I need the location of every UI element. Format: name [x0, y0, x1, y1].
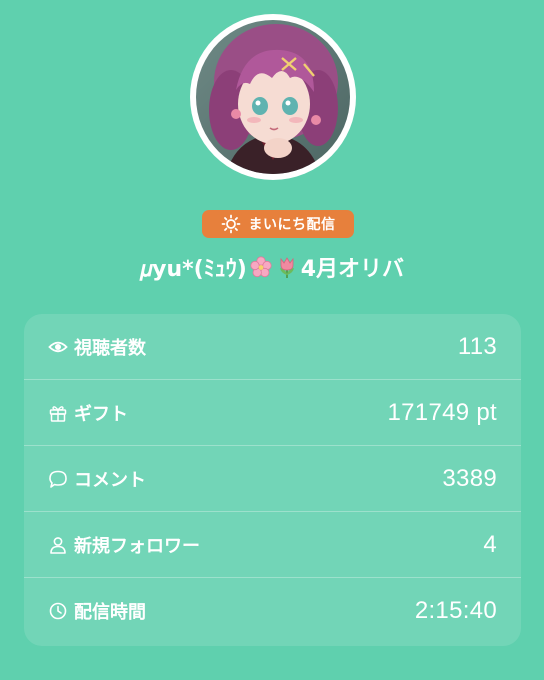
gift-icon	[49, 405, 67, 422]
stat-row-gifts: ギフト 171749 pt	[24, 380, 521, 446]
stat-label: 視聴者数	[74, 337, 146, 359]
stat-value: 2:15:40	[414, 597, 497, 624]
stat-row-comments: コメント 3389	[24, 446, 521, 512]
stat-row-stream-time: 配信時間 2:15:40	[24, 578, 521, 644]
stat-value: 113	[457, 332, 497, 360]
stat-label: ギフト	[74, 403, 128, 425]
stat-row-new-followers: 新規フォロワー 4	[24, 512, 521, 578]
broadcaster-title: 𝜇yu*(ﾐｭｳ) 4月オリバ	[0, 250, 544, 284]
stat-value: 3389	[442, 464, 497, 492]
daily-stream-badge: まいにち配信	[202, 210, 354, 238]
person-icon	[50, 536, 66, 554]
stat-label: 配信時間	[74, 602, 146, 623]
sun-icon	[221, 214, 240, 234]
broadcaster-name: 𝜇yu*(ﾐｭｳ)	[139, 257, 247, 282]
broadcaster-name-suffix: 4月オリバ	[300, 257, 405, 282]
avatar-image	[196, 20, 350, 174]
sakura-emoji	[250, 256, 272, 278]
stat-label: コメント	[74, 469, 146, 491]
stat-value: 171749 pt	[387, 398, 497, 426]
clock-icon	[49, 602, 67, 620]
tulip-emoji	[279, 257, 294, 278]
badge-label: まいにち配信	[248, 217, 336, 233]
stream-stats-card: 視聴者数 113 ギフト 171749 pt コメント 3389 新規フォロワー…	[24, 314, 521, 646]
stat-label: 新規フォロワー	[74, 535, 200, 557]
avatar[interactable]	[190, 14, 356, 180]
comment-icon	[49, 470, 67, 488]
stat-value: 4	[483, 530, 497, 558]
eye-icon	[48, 341, 68, 352]
stat-row-viewers: 視聴者数 113	[24, 314, 521, 380]
